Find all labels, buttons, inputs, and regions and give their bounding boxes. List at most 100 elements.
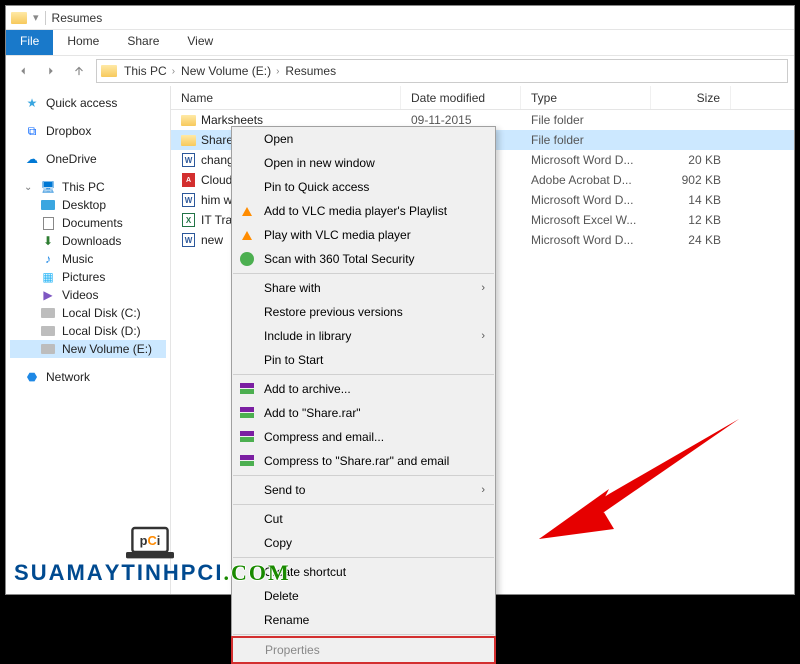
file-size: 24 KB bbox=[651, 233, 731, 247]
column-type[interactable]: Type bbox=[521, 86, 651, 109]
excel-icon: X bbox=[182, 213, 195, 227]
chevron-right-icon: › bbox=[481, 282, 485, 294]
breadcrumb-folder[interactable]: Resumes bbox=[282, 64, 339, 78]
file-size: 12 KB bbox=[651, 213, 731, 227]
file-name: new bbox=[201, 233, 223, 247]
title-bar: ▾ Resumes bbox=[6, 6, 794, 30]
folder-icon bbox=[101, 65, 117, 77]
column-size[interactable]: Size bbox=[651, 86, 731, 109]
cm-rename[interactable]: Rename bbox=[232, 608, 495, 632]
dropbox-icon: ⧉ bbox=[24, 124, 40, 138]
separator bbox=[233, 374, 494, 375]
cm-delete[interactable]: Delete bbox=[232, 584, 495, 608]
sidebar-onedrive[interactable]: ☁OneDrive bbox=[10, 150, 166, 168]
folder-icon bbox=[181, 115, 196, 126]
network-icon: ⬣ bbox=[24, 370, 40, 384]
cm-scan-360[interactable]: Scan with 360 Total Security bbox=[232, 247, 495, 271]
chevron-right-icon: › bbox=[481, 330, 485, 342]
vlc-icon bbox=[238, 202, 256, 220]
cm-compress-email[interactable]: Compress and email... bbox=[232, 425, 495, 449]
sidebar-documents[interactable]: Documents bbox=[10, 214, 166, 232]
disk-icon bbox=[41, 308, 55, 318]
file-type: Adobe Acrobat D... bbox=[521, 173, 651, 187]
cm-pin-start[interactable]: Pin to Start bbox=[232, 348, 495, 372]
file-type: File folder bbox=[521, 133, 651, 147]
file-size: 14 KB bbox=[651, 193, 731, 207]
cm-send-to[interactable]: Send to› bbox=[232, 478, 495, 502]
pc-icon: 🖥 bbox=[40, 180, 56, 194]
cm-compress-rar-email[interactable]: Compress to "Share.rar" and email bbox=[232, 449, 495, 473]
cm-vlc-play[interactable]: Play with VLC media player bbox=[232, 223, 495, 247]
sidebar-desktop[interactable]: Desktop bbox=[10, 196, 166, 214]
cm-copy[interactable]: Copy bbox=[232, 531, 495, 555]
svg-text:pCi: pCi bbox=[140, 533, 161, 548]
cm-restore-versions[interactable]: Restore previous versions bbox=[232, 300, 495, 324]
separator bbox=[233, 475, 494, 476]
cm-cut[interactable]: Cut bbox=[232, 507, 495, 531]
download-icon: ⬇ bbox=[40, 234, 56, 248]
pictures-icon: ▦ bbox=[40, 270, 56, 284]
sidebar-downloads[interactable]: ⬇Downloads bbox=[10, 232, 166, 250]
sidebar-pictures[interactable]: ▦Pictures bbox=[10, 268, 166, 286]
sidebar-quick-access[interactable]: ★Quick access bbox=[10, 94, 166, 112]
file-type: File folder bbox=[521, 113, 651, 127]
disk-icon bbox=[41, 344, 55, 354]
winrar-icon bbox=[238, 428, 256, 446]
cm-properties[interactable]: Properties bbox=[233, 638, 494, 662]
file-name: Share bbox=[201, 133, 233, 147]
sidebar-this-pc[interactable]: ⌄🖥This PC bbox=[10, 178, 166, 196]
file-size: 902 KB bbox=[651, 173, 731, 187]
cm-pin-quick-access[interactable]: Pin to Quick access bbox=[232, 175, 495, 199]
word-icon: W bbox=[182, 233, 195, 247]
watermark-text: SUAMAYTINHPCI.COM bbox=[14, 560, 290, 586]
sidebar-music[interactable]: ♪Music bbox=[10, 250, 166, 268]
word-icon: W bbox=[182, 193, 195, 207]
separator bbox=[233, 504, 494, 505]
sidebar-disk-c[interactable]: Local Disk (C:) bbox=[10, 304, 166, 322]
file-type: Microsoft Word D... bbox=[521, 153, 651, 167]
nav-up-button[interactable] bbox=[68, 60, 90, 82]
cm-open-new-window[interactable]: Open in new window bbox=[232, 151, 495, 175]
breadcrumb-thispc[interactable]: This PC› bbox=[121, 64, 178, 78]
column-date[interactable]: Date modified bbox=[401, 86, 521, 109]
cloud-icon: ☁ bbox=[24, 152, 40, 166]
file-name: Marksheets bbox=[201, 113, 263, 127]
window-title: Resumes bbox=[52, 11, 103, 25]
music-icon: ♪ bbox=[40, 252, 56, 266]
sidebar-disk-d[interactable]: Local Disk (D:) bbox=[10, 322, 166, 340]
tab-file[interactable]: File bbox=[6, 30, 53, 55]
sidebar-videos[interactable]: ▶Videos bbox=[10, 286, 166, 304]
tab-share[interactable]: Share bbox=[113, 30, 173, 55]
shield-icon bbox=[238, 250, 256, 268]
disk-icon bbox=[41, 326, 55, 336]
sidebar-dropbox[interactable]: ⧉Dropbox bbox=[10, 122, 166, 140]
sidebar-network[interactable]: ⬣Network bbox=[10, 368, 166, 386]
cm-add-share-rar[interactable]: Add to "Share.rar" bbox=[232, 401, 495, 425]
breadcrumb-volume[interactable]: New Volume (E:)› bbox=[178, 64, 282, 78]
cm-open[interactable]: Open bbox=[232, 127, 495, 151]
chevron-down-icon: ⌄ bbox=[24, 182, 34, 193]
star-icon: ★ bbox=[24, 96, 40, 110]
vlc-icon bbox=[238, 226, 256, 244]
quick-access-bar-icon[interactable]: ▾ bbox=[33, 11, 39, 24]
cm-share-with[interactable]: Share with› bbox=[232, 276, 495, 300]
nav-back-button[interactable] bbox=[12, 60, 34, 82]
pdf-icon: A bbox=[182, 173, 195, 187]
address-input[interactable]: This PC› New Volume (E:)› Resumes bbox=[96, 59, 788, 83]
file-type: Microsoft Word D... bbox=[521, 193, 651, 207]
cm-vlc-add-playlist[interactable]: Add to VLC media player's Playlist bbox=[232, 199, 495, 223]
address-bar: This PC› New Volume (E:)› Resumes bbox=[6, 56, 794, 86]
chevron-right-icon: › bbox=[481, 484, 485, 496]
column-name[interactable]: Name bbox=[171, 86, 401, 109]
file-type: Microsoft Excel W... bbox=[521, 213, 651, 227]
file-size: 20 KB bbox=[651, 153, 731, 167]
nav-forward-button[interactable] bbox=[40, 60, 62, 82]
column-headers: Name Date modified Type Size bbox=[171, 86, 794, 110]
cm-add-archive[interactable]: Add to archive... bbox=[232, 377, 495, 401]
tab-home[interactable]: Home bbox=[53, 30, 113, 55]
sidebar-new-volume[interactable]: New Volume (E:) bbox=[10, 340, 166, 358]
tab-view[interactable]: View bbox=[173, 30, 227, 55]
cm-include-library[interactable]: Include in library› bbox=[232, 324, 495, 348]
file-date: 09-11-2015 bbox=[401, 113, 521, 127]
separator bbox=[233, 273, 494, 274]
